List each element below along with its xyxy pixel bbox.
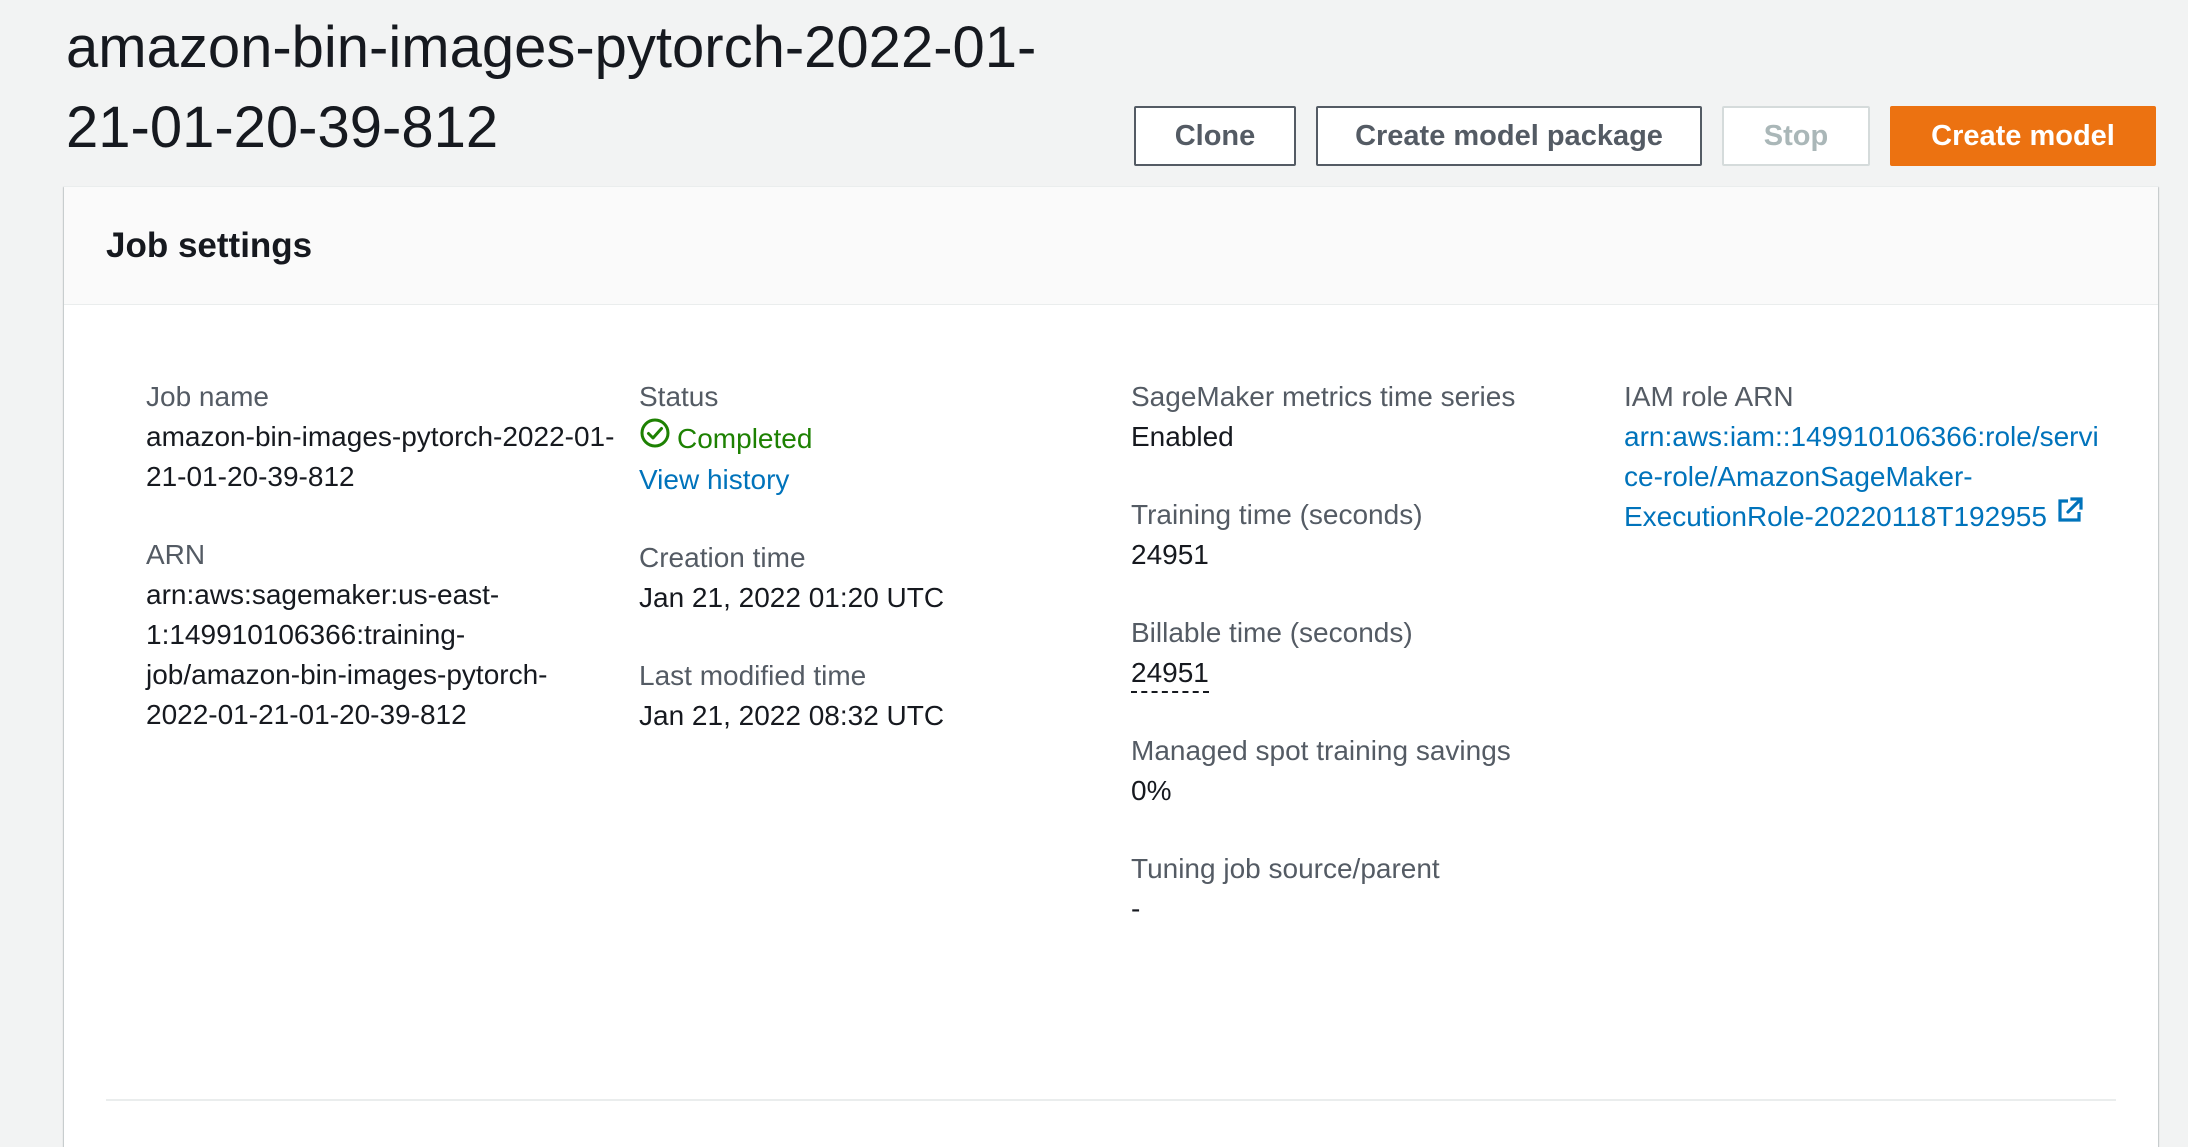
creation-time-value: Jan 21, 2022 01:20 UTC bbox=[639, 582, 945, 613]
column-status: Status Completed View history Creation t… bbox=[639, 377, 1109, 774]
column-iam: IAM role ARN arn:aws:iam::149910106366:r… bbox=[1624, 377, 2104, 575]
tuning-source-value: - bbox=[1131, 893, 1141, 924]
create-model-button[interactable]: Create model bbox=[1890, 106, 2156, 166]
creation-time-field: Creation time Jan 21, 2022 01:20 UTC bbox=[639, 538, 1109, 618]
last-modified-label: Last modified time bbox=[639, 660, 867, 691]
arn-value: arn:aws:sagemaker:us-east-1:149910106366… bbox=[146, 579, 548, 730]
create-model-package-button[interactable]: Create model package bbox=[1316, 106, 1702, 166]
page-title: amazon-bin-images-pytorch-2022-01-21-01-… bbox=[66, 15, 1037, 160]
iam-role-link[interactable]: arn:aws:iam::149910106366:role/service-r… bbox=[1624, 421, 2099, 532]
metrics-field: SageMaker metrics time series Enabled bbox=[1131, 377, 1611, 457]
view-history-link[interactable]: View history bbox=[639, 464, 789, 495]
panel-title: Job settings bbox=[106, 225, 313, 265]
status-text: Completed bbox=[677, 422, 813, 454]
spot-savings-field: Managed spot training savings 0% bbox=[1131, 731, 1611, 811]
tuning-source-label: Tuning job source/parent bbox=[1131, 853, 1440, 884]
check-circle-icon bbox=[639, 417, 677, 460]
column-job-identity: Job name amazon-bin-images-pytorch-2022-… bbox=[146, 377, 616, 773]
training-time-field: Training time (seconds) 24951 bbox=[1131, 495, 1611, 575]
spot-savings-label: Managed spot training savings bbox=[1131, 735, 1511, 766]
last-modified-value: Jan 21, 2022 08:32 UTC bbox=[639, 700, 945, 731]
metrics-value: Enabled bbox=[1131, 421, 1234, 452]
external-link-icon[interactable] bbox=[2055, 495, 2085, 536]
status-label: Status bbox=[639, 381, 719, 412]
billable-time-value[interactable]: 24951 bbox=[1131, 655, 1209, 693]
clone-button[interactable]: Clone bbox=[1134, 106, 1296, 166]
status-field: Status Completed View history bbox=[639, 377, 1109, 500]
spot-savings-value: 0% bbox=[1131, 775, 1172, 806]
training-time-value: 24951 bbox=[1131, 539, 1209, 570]
last-modified-field: Last modified time Jan 21, 2022 08:32 UT… bbox=[639, 656, 1109, 736]
stop-button[interactable]: Stop bbox=[1722, 106, 1870, 166]
section-divider bbox=[106, 1099, 2116, 1101]
job-settings-panel: Job settings Job name amazon-bin-images-… bbox=[64, 186, 2158, 1147]
iam-role-field: IAM role ARN arn:aws:iam::149910106366:r… bbox=[1624, 377, 2104, 537]
iam-role-label: IAM role ARN bbox=[1624, 381, 1794, 412]
metrics-label: SageMaker metrics time series bbox=[1131, 381, 1516, 412]
job-name-field: Job name amazon-bin-images-pytorch-2022-… bbox=[146, 377, 616, 497]
column-metrics: SageMaker metrics time series Enabled Tr… bbox=[1131, 377, 1611, 967]
job-name-value: amazon-bin-images-pytorch-2022-01-21-01-… bbox=[146, 421, 615, 492]
arn-field: ARN arn:aws:sagemaker:us-east-1:14991010… bbox=[146, 535, 616, 735]
status-badge: Completed bbox=[639, 417, 1109, 460]
billable-time-label: Billable time (seconds) bbox=[1131, 617, 1413, 648]
arn-label: ARN bbox=[146, 539, 206, 570]
job-name-label: Job name bbox=[146, 381, 269, 412]
training-time-label: Training time (seconds) bbox=[1131, 499, 1423, 530]
panel-header: Job settings bbox=[64, 187, 2158, 305]
billable-time-field: Billable time (seconds) 24951 bbox=[1131, 613, 1611, 693]
creation-time-label: Creation time bbox=[639, 542, 806, 573]
tuning-source-field: Tuning job source/parent - bbox=[1131, 849, 1611, 929]
